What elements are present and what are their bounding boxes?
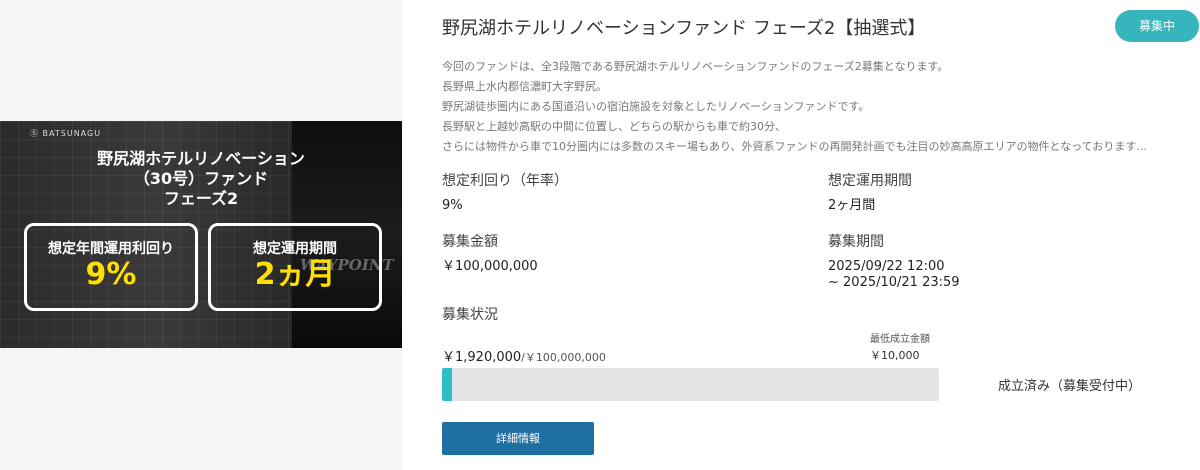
description-line: さらには物件から車で10分圏内には多数のスキー場もあり、外資系ファンドの再開発計… bbox=[442, 140, 1147, 153]
details-button[interactable]: 詳細情報 bbox=[442, 422, 594, 455]
target-value: /￥100,000,000 bbox=[521, 351, 606, 364]
banner-title-line: フェーズ2 bbox=[163, 189, 239, 208]
minimum-amount-label: 最低成立金額 bbox=[870, 334, 930, 345]
offering-amount-value: ￥100,000,000 bbox=[442, 259, 538, 274]
offering-period-start: 2025/09/22 12:00 bbox=[828, 259, 945, 274]
operation-period-value: 2ヶ月間 bbox=[828, 198, 876, 213]
expected-yield: 想定利回り（年率） 9% bbox=[442, 170, 568, 214]
description-line: 長野駅と上越妙高駅の中間に位置し、どちらの駅からも車で約30分、 bbox=[442, 120, 786, 133]
offering-period-value: 2025/09/22 12:00 ~ 2025/10/21 23:59 bbox=[828, 259, 960, 291]
raised-value: ￥1,920,000 bbox=[442, 350, 522, 365]
description-line: 長野県上水内郡信濃町大字野尻。 bbox=[442, 80, 607, 93]
offering-amount: 募集金額 ￥100,000,000 bbox=[442, 231, 538, 275]
description-line: 野尻湖徒歩圏内にある国道沿いの宿泊施設を対象としたリノベーションファンドです。 bbox=[442, 100, 870, 113]
status-badge: 募集中 bbox=[1115, 10, 1199, 42]
banner-title: 野尻湖ホテルリノベーション （30号）ファンド フェーズ2 bbox=[0, 149, 402, 209]
fund-description: 今回のファンドは、全3段階である野尻湖ホテルリノベーションファンドのフェーズ2募… bbox=[442, 57, 1200, 157]
banner-period-label: 想定運用期間 bbox=[253, 241, 337, 257]
offering-period-end: ~ 2025/10/21 23:59 bbox=[828, 275, 960, 290]
banner-yield-value: 9% bbox=[85, 257, 137, 292]
funding-status-label: 募集状況 bbox=[442, 307, 498, 323]
operation-period: 想定運用期間 2ヶ月間 bbox=[828, 170, 912, 214]
offering-period-label: 募集期間 bbox=[828, 234, 884, 250]
fund-banner-image[interactable]: Ⓢ BATSUNAGU 野尻湖ホテルリノベーション （30号）ファンド フェーズ… bbox=[0, 121, 402, 348]
funding-result-status: 成立済み（募集受付中） bbox=[998, 379, 1142, 394]
banner-logo: Ⓢ BATSUNAGU bbox=[30, 129, 102, 138]
funding-progress-bar bbox=[442, 368, 939, 401]
banner-title-line: （30号）ファンド bbox=[133, 169, 269, 188]
banner-period-value: 2ヵ月 bbox=[254, 257, 336, 292]
banner-period-box: 想定運用期間 2ヵ月 bbox=[208, 223, 382, 311]
raised-amount: ￥1,920,000/￥100,000,000 bbox=[442, 346, 606, 365]
banner-yield-box: 想定年間運用利回り 9% bbox=[24, 223, 198, 311]
left-panel: Ⓢ BATSUNAGU 野尻湖ホテルリノベーション （30号）ファンド フェーズ… bbox=[0, 0, 402, 470]
funding-progress-fill bbox=[442, 368, 452, 401]
banner-title-line: 野尻湖ホテルリノベーション bbox=[97, 149, 305, 168]
minimum-amount-value: ￥10,000 bbox=[870, 349, 920, 362]
expected-yield-label: 想定利回り（年率） bbox=[442, 173, 568, 189]
offering-amount-label: 募集金額 bbox=[442, 234, 498, 250]
offering-period: 募集期間 2025/09/22 12:00 ~ 2025/10/21 23:59 bbox=[828, 231, 960, 291]
fund-title[interactable]: 野尻湖ホテルリノベーションファンド フェーズ2【抽選式】 bbox=[442, 14, 925, 40]
operation-period-label: 想定運用期間 bbox=[828, 173, 912, 189]
description-line: 今回のファンドは、全3段階である野尻湖ホテルリノベーションファンドのフェーズ2募… bbox=[442, 60, 949, 73]
banner-yield-label: 想定年間運用利回り bbox=[48, 241, 174, 257]
expected-yield-value: 9% bbox=[442, 198, 463, 213]
